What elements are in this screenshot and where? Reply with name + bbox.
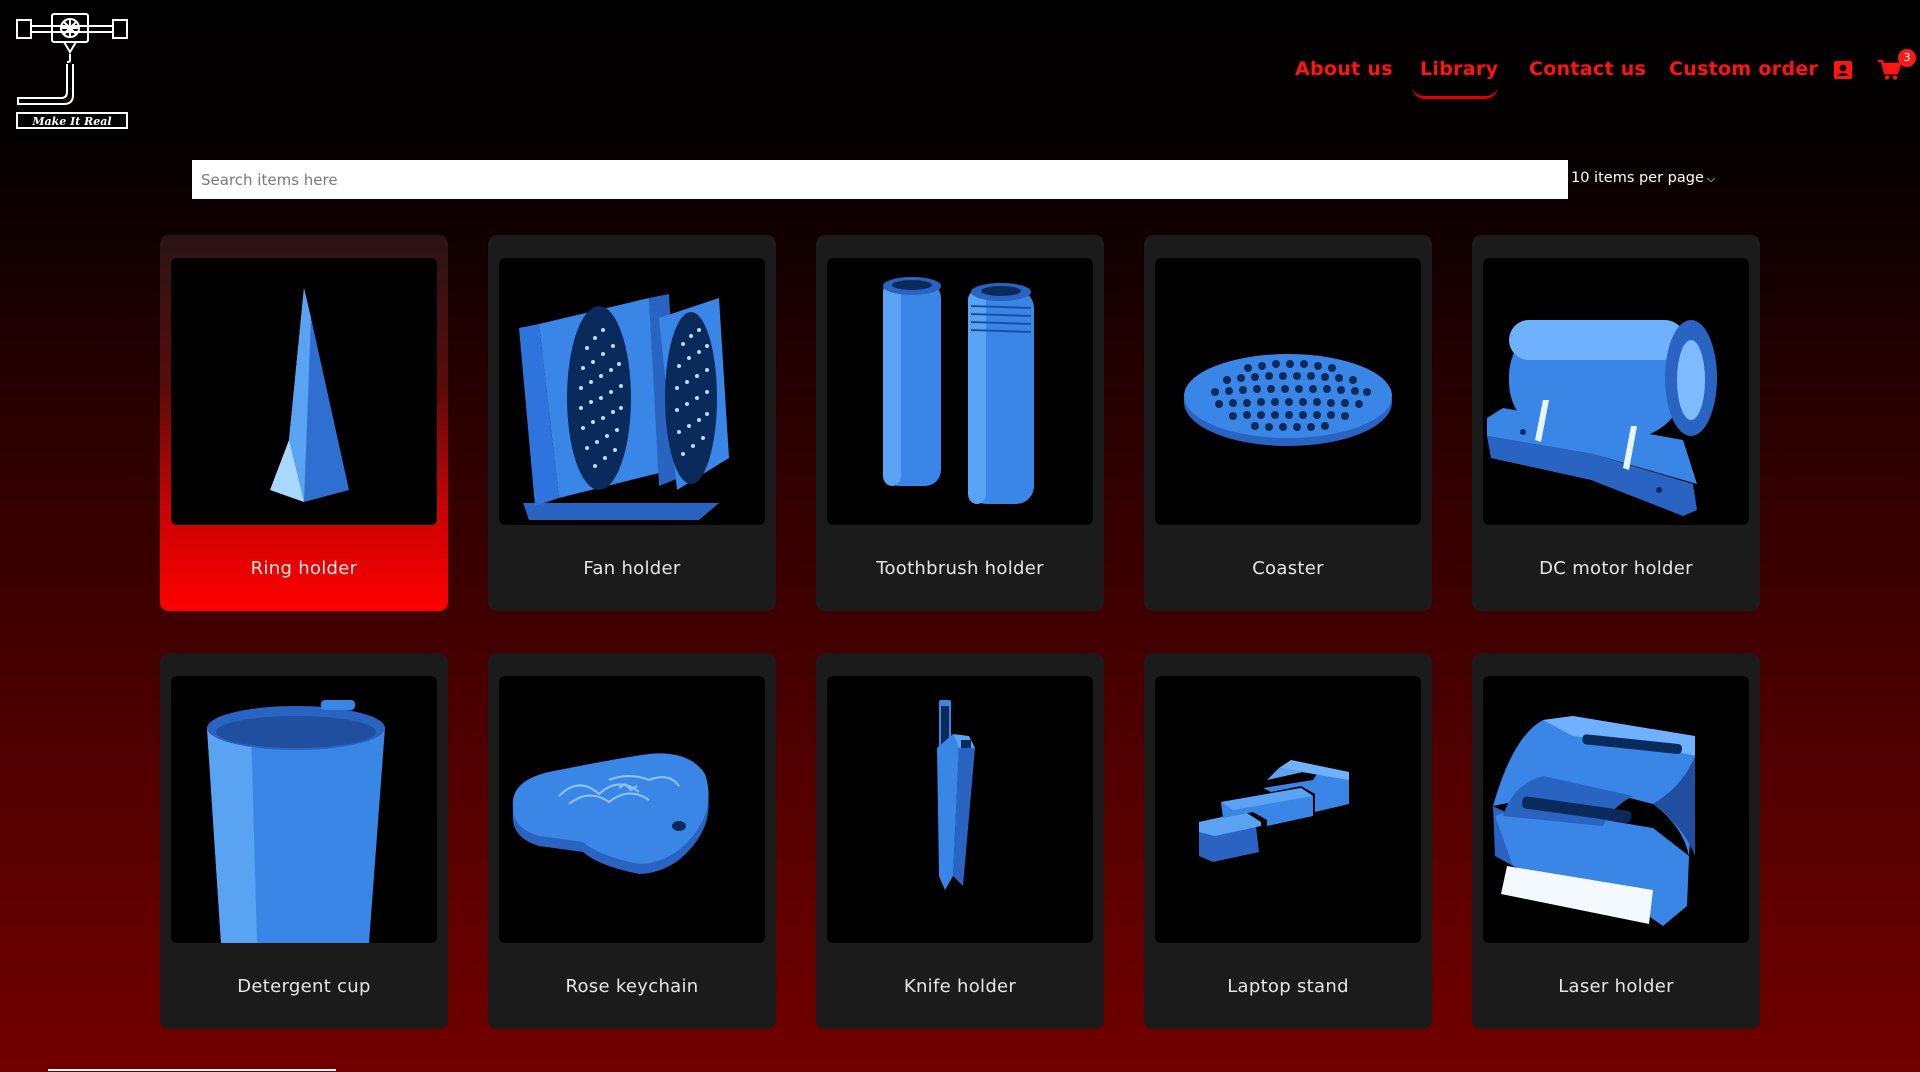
product-card-fan-holder[interactable]: Fan holder [488,235,776,611]
knife-holder-model-image [827,676,1093,943]
product-card-laptop-stand[interactable]: Laptop stand [1144,653,1432,1029]
product-name: Rose keychain [565,976,699,997]
product-name: Laser holder [1558,976,1674,997]
detergent-cup-model-image [171,676,437,943]
product-name: Knife holder [903,976,1017,997]
logo-text: Make It Real [31,115,111,128]
laptop-stand-model-image [1155,676,1421,943]
toothbrush-holder-model-image [827,258,1093,525]
product-name: Ring holder [250,558,358,579]
coaster-model-image [1155,258,1421,525]
nav-contact-us[interactable]: Contact us [1529,58,1646,80]
laser-holder-model-icon [1493,716,1695,926]
toothbrush-holder-model-icon [883,277,1034,504]
account-icon [1834,61,1852,79]
product-name: Fan holder [583,558,681,579]
shopping-cart-icon [1878,59,1902,80]
items-per-page-label: 10 items per page [1571,170,1704,186]
rose-keychain-model-image [499,676,765,943]
ring-holder-model-image [171,258,437,525]
product-card-rose-keychain[interactable]: Rose keychain [488,653,776,1029]
rose-keychain-model-icon [512,753,709,874]
fan-holder-model-image [499,258,765,525]
product-card-coaster[interactable]: Coaster [1144,235,1432,611]
product-card-toothbrush-holder[interactable]: Toothbrush holder [816,235,1104,611]
detergent-cup-model-icon [207,700,385,943]
ring-holder-model-icon [270,288,349,502]
product-card-ring-holder[interactable]: Ring holder [160,235,448,611]
laptop-stand-model-icon [1199,760,1349,862]
product-name: Detergent cup [237,976,371,997]
top-navigation: About us Library Contact us Custom order [0,56,1920,99]
cart-count-badge: 3 [1898,49,1916,67]
fan-holder-model-icon [519,294,729,520]
knife-holder-model-icon [937,700,975,890]
items-per-page-select[interactable]: 10 items per page ⌵ [1571,170,1715,186]
cart-button[interactable] [1877,59,1902,85]
laser-holder-model-image [1483,676,1749,943]
dc-motor-holder-model-image [1483,258,1749,525]
product-card-detergent-cup[interactable]: Detergent cup [160,653,448,1029]
dc-motor-holder-model-icon [1487,320,1717,516]
footer-divider [48,1069,336,1071]
product-card-dc-motor-holder[interactable]: DC motor holder [1472,235,1760,611]
account-button[interactable] [1833,60,1853,84]
product-name: DC motor holder [1539,558,1693,579]
product-card-knife-holder[interactable]: Knife holder [816,653,1104,1029]
product-card-laser-holder[interactable]: Laser holder [1472,653,1760,1029]
search-input[interactable] [192,160,1568,199]
product-name: Coaster [1252,558,1324,579]
product-name: Laptop stand [1227,976,1349,997]
nav-library[interactable]: Library [1420,58,1498,80]
product-name: Toothbrush holder [876,558,1044,579]
nav-active-indicator [1412,86,1498,99]
chevron-down-icon: ⌵ [1706,172,1716,185]
coaster-model-icon [1184,354,1392,446]
nav-custom-order[interactable]: Custom order [1669,58,1818,80]
nav-about-us[interactable]: About us [1295,58,1393,80]
